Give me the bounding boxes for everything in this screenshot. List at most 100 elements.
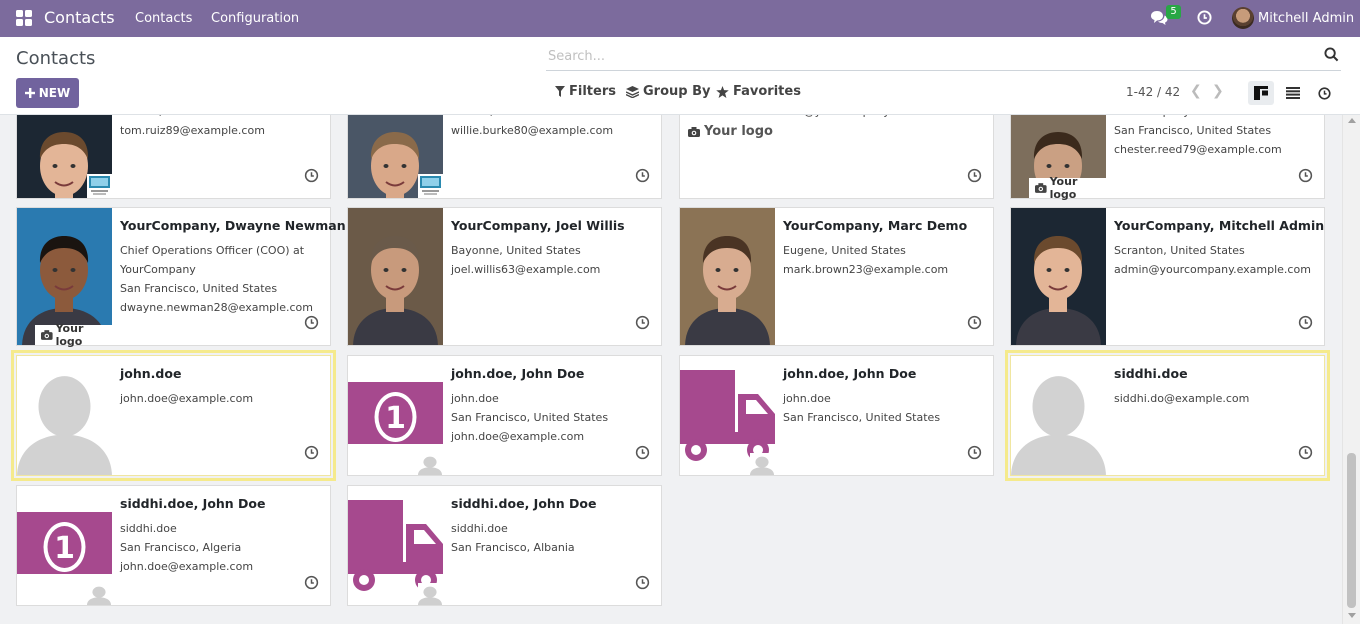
contact-detail: john.doe@example.com [451,430,585,443]
card-body: YourCompany, Dwayne Newman Chief Operatio… [120,218,346,317]
star-icon [716,85,729,98]
activity-clock-icon[interactable] [1298,315,1313,334]
contact-photo [1011,208,1106,345]
group-by-button[interactable]: Group By [626,84,710,99]
pager-value[interactable]: 1-42 / 42 [1126,85,1180,99]
contact-card[interactable]: Turlock, United Statestom.ruiz89@example… [16,115,331,199]
activity-clock-icon[interactable] [1197,10,1212,29]
contact-detail: Eugene, United States [783,244,906,257]
company-logo-overlay: Your logo [35,322,112,348]
contact-photo [680,208,775,345]
contact-card[interactable]: siddhi.doe, John Doe siddhi.doe San Franci… [347,485,662,606]
card-body: YourCompany, Marc Demo Eugene, United Sta… [783,218,985,279]
activity-clock-icon[interactable] [967,315,982,334]
activity-clock-icon[interactable] [1298,168,1313,187]
control-panel: Contacts NEW Filters Group By Favorites … [0,37,1360,115]
contact-card[interactable]: YourCompany, Marc Demo Eugene, United Sta… [679,207,994,346]
activity-clock-icon[interactable] [304,315,319,334]
app-title[interactable]: Contacts [44,8,115,27]
list-icon [1286,87,1300,99]
activity-clock-icon[interactable] [967,445,982,464]
top-navbar: Contacts Contacts Configuration 5 Mitche… [0,0,1360,37]
contact-name: siddhi.doe, John Doe [120,496,266,511]
contact-detail: YourCompany [120,263,196,276]
mini-person-icon [418,583,442,605]
your-logo-text: Your logo [55,322,84,348]
contact-detail: siddhi.doe [451,522,508,535]
contact-card[interactable]: Your logo YourCompany, Dwayne Newman Chief… [16,207,346,348]
contact-card[interactable]: Your logo YourCompanySan Francisco, Unite… [1010,115,1325,201]
kanban-view: Turlock, United Statestom.ruiz89@example… [0,115,1342,624]
favorites-label: Favorites [733,84,801,99]
layers-icon [626,85,639,98]
contact-detail: john.doe@example.com [120,392,254,405]
scroll-down-arrow[interactable] [1348,613,1356,618]
group-by-label: Group By [643,84,711,99]
contact-name: john.doe, John Doe [783,366,917,381]
contact-detail: john.doe@example.com [120,560,254,573]
activity-clock-icon[interactable] [635,168,650,187]
contact-detail: siddhi.doe [120,522,177,535]
contact-detail: siddhi.do@example.com [1114,392,1250,405]
company-logo-overlay: Your logo [1029,175,1106,201]
activity-clock-icon[interactable] [304,168,319,187]
activity-clock-icon[interactable] [635,315,650,334]
contact-detail: San Francisco, United States [783,411,941,424]
contact-detail: San Francisco, United States [451,411,609,424]
favorites-button[interactable]: Favorites [716,84,801,99]
scroll-up-arrow[interactable] [1348,118,1356,123]
activity-clock-icon[interactable] [967,168,982,187]
pager-previous-icon[interactable]: ❮ [1190,83,1202,99]
your-logo-text: Your logo [704,124,773,139]
contact-card[interactable]: Your logo info@yourcompany.com [679,115,994,199]
contact-detail: info@yourcompany.com [783,115,985,121]
scroll-thumb[interactable] [1347,453,1356,608]
contact-detail: Scranton, United States [1114,244,1245,257]
card-body: info@yourcompany.com [783,115,985,121]
pager-next-icon[interactable]: ❯ [1212,83,1224,99]
card-body: john.doe john.doe@example.com [120,366,322,408]
kanban-view-button[interactable] [1248,81,1274,105]
search-input[interactable] [548,46,1308,66]
contact-detail: San Francisco, Albania [451,541,575,554]
activity-clock-icon[interactable] [1298,445,1313,464]
card-body: YourCompanySan Francisco, United Statesc… [1114,115,1316,159]
contact-name: john.doe [120,366,182,381]
contact-card[interactable]: john.doe john.doe@example.com [11,350,336,481]
mini-person-icon [87,583,111,605]
menu-configuration[interactable]: Configuration [211,11,299,26]
placeholder-avatar-icon [1011,356,1106,475]
menu-contacts[interactable]: Contacts [135,11,192,26]
kanban-icon [1254,86,1268,100]
contact-detail: joel.willis63@example.com [451,263,601,276]
contact-detail: mark.brown23@example.com [783,263,949,276]
activity-clock-icon[interactable] [635,445,650,464]
contact-name: siddhi.doe [1114,366,1188,381]
user-name[interactable]: Mitchell Admin [1258,11,1354,26]
filters-button[interactable]: Filters [555,84,616,99]
card-body: YourCompany, Joel Willis Bayonne, United … [451,218,653,279]
vertical-scrollbar[interactable] [1342,115,1360,624]
activity-view-button[interactable] [1311,81,1337,105]
activity-clock-icon[interactable] [635,575,650,594]
contact-card[interactable]: 1 siddhi.doe, John Doe siddhi.doe San Franc… [16,485,331,606]
contact-card[interactable]: Turlock, United Stateswillie.burke80@exa… [347,115,662,199]
search-icon[interactable] [1324,47,1339,66]
apps-grid-icon[interactable] [16,10,32,26]
contact-card[interactable]: siddhi.doe siddhi.do@example.com [1005,350,1330,481]
clock-icon [1317,86,1331,100]
activity-clock-icon[interactable] [304,445,319,464]
your-logo-text: Your logo [1049,175,1078,201]
contact-card[interactable]: YourCompany, Mitchell Admin Scranton, Uni… [1010,207,1325,346]
contact-card[interactable]: john.doe, John Doe john.doe San Francisco,… [679,355,994,476]
list-view-button[interactable] [1280,81,1306,105]
contact-card[interactable]: YourCompany, Joel Willis Bayonne, United … [347,207,662,346]
contact-detail: john.doe [451,392,499,405]
user-avatar[interactable] [1232,7,1254,29]
new-button[interactable]: NEW [16,78,79,108]
contact-name: YourCompany, Mitchell Admin [1114,218,1325,233]
contact-name: YourCompany, Joel Willis [451,218,625,233]
contact-detail: john.doe [783,392,831,405]
contact-card[interactable]: 1 john.doe, John Doe john.doe San Francisco… [347,355,662,476]
activity-clock-icon[interactable] [304,575,319,594]
